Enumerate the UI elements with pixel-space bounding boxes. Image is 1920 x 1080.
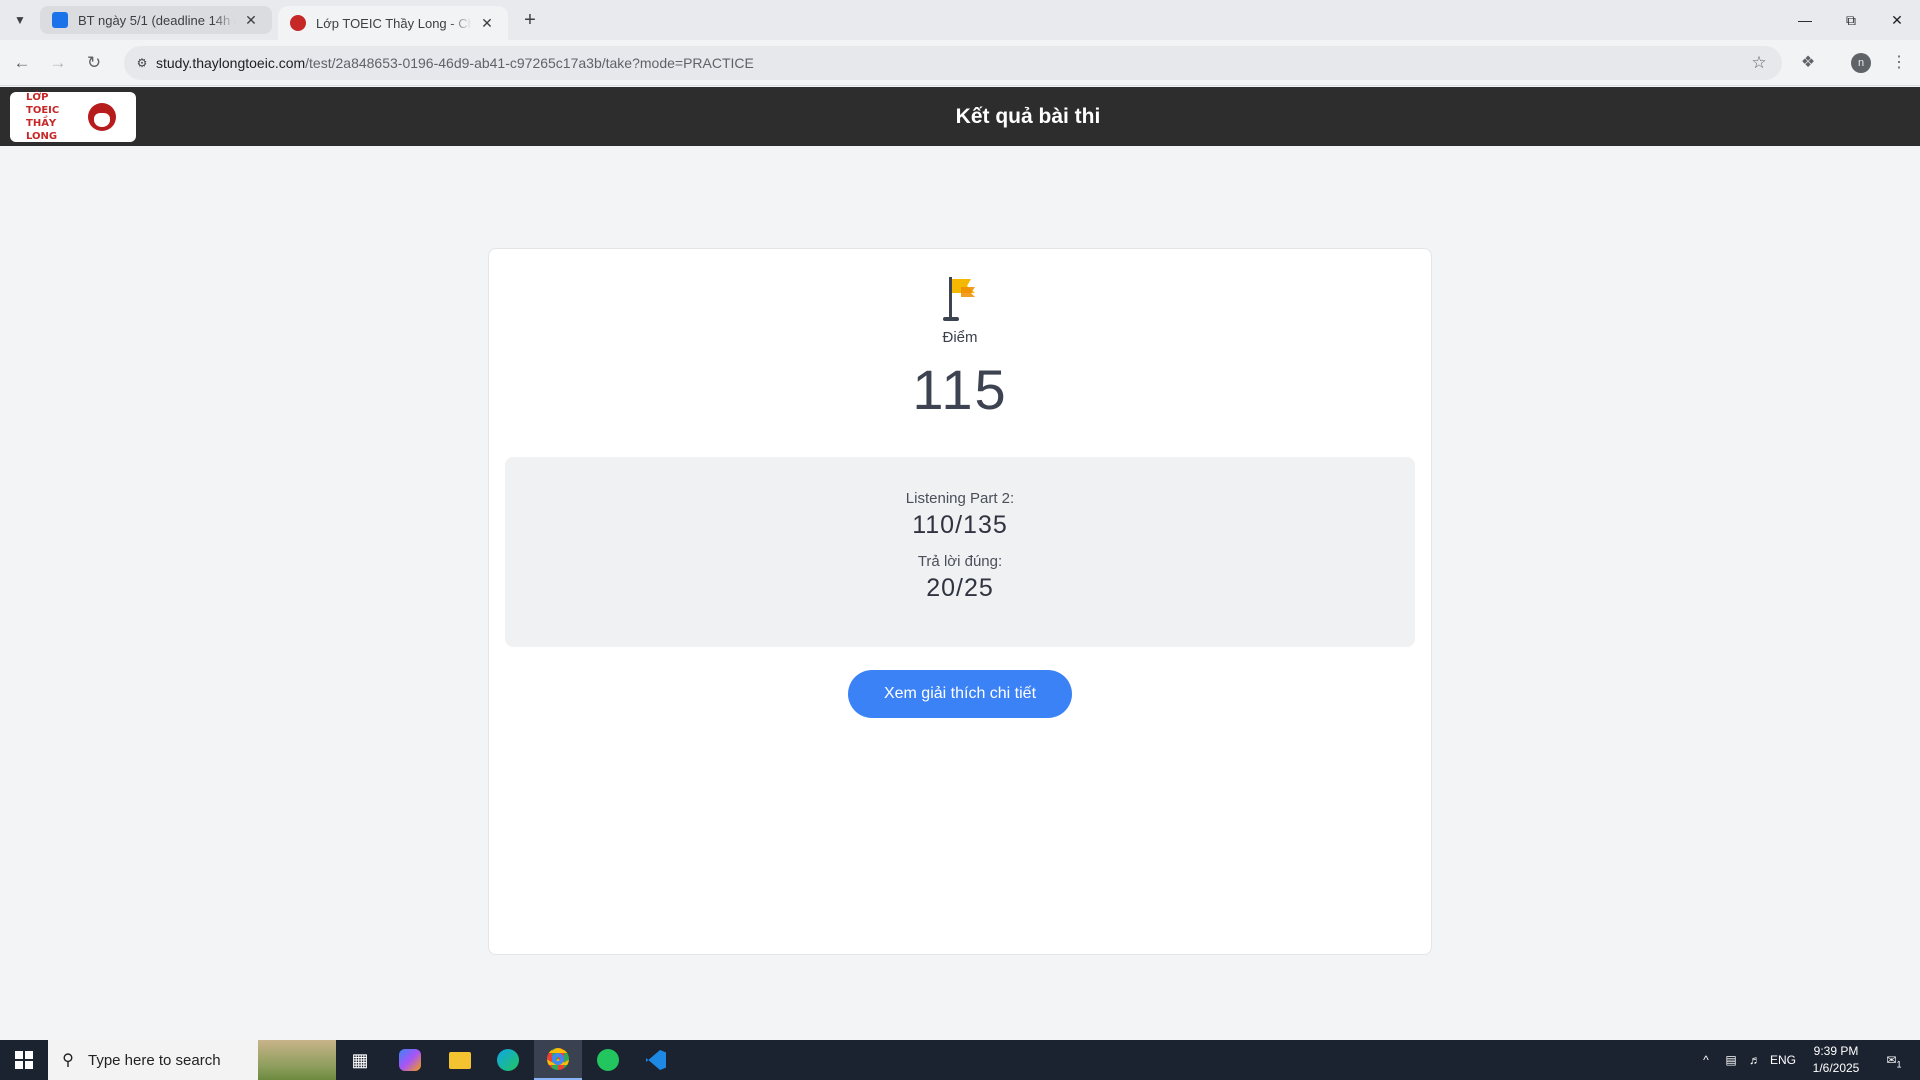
taskbar-search[interactable]: ⚲ Type here to search (48, 1040, 336, 1080)
start-button[interactable] (0, 1040, 48, 1080)
url-path: /test/2a848653-0196-46d9-ab41-c97265c17a… (305, 55, 754, 71)
app-green-icon[interactable] (584, 1040, 632, 1080)
thaylong-icon (290, 15, 306, 31)
network-icon[interactable]: ▤ (1720, 1040, 1742, 1080)
task-view-icon[interactable]: ▦ (336, 1040, 384, 1080)
tab-search-button[interactable]: ▼ (8, 8, 32, 32)
new-tab-button[interactable]: + (518, 8, 542, 32)
extensions-icon[interactable]: ❖ (1794, 49, 1822, 77)
search-placeholder: Type here to search (88, 1051, 221, 1069)
site-header: LỚP TOEIC THẦY LONG Kết quả bài thi (0, 87, 1920, 146)
section-label: Listening Part 2: (905, 490, 1015, 507)
volume-icon[interactable]: ♬ (1744, 1040, 1766, 1080)
browser-tab[interactable]: BT ngày 5/1 (deadline 14h chiều ✕ (40, 6, 272, 34)
search-highlight-image (258, 1040, 336, 1080)
classroom-icon (52, 12, 68, 28)
flag-icon (943, 277, 975, 321)
reload-button[interactable]: ↻ (80, 49, 108, 77)
result-card: Điểm 115 Listening Part 2: 110/135 Trả l… (488, 248, 1432, 955)
url-host: study.thaylongtoeic.com (156, 55, 306, 71)
url-text[interactable]: study.thaylongtoeic.com/test/2a848653-01… (156, 46, 754, 80)
page-title: Kết quả bài thi (955, 105, 1101, 128)
chrome-icon[interactable] (534, 1040, 582, 1080)
vscode-icon[interactable] (632, 1040, 680, 1080)
search-icon: ⚲ (62, 1052, 74, 1069)
score-label: Điểm (942, 329, 978, 346)
language-indicator[interactable]: ENG (1768, 1040, 1798, 1080)
browser-tab-active[interactable]: Lớp TOEIC Thầy Long - Chất Lượ ✕ (278, 6, 508, 40)
restore-button[interactable]: ⧉ (1828, 0, 1874, 40)
menu-dots-icon[interactable]: ⋮ (1885, 49, 1913, 77)
section-score: 110/135 (912, 511, 1008, 539)
window-close-button[interactable]: ✕ (1874, 0, 1920, 40)
browser-tabstrip: ▼ BT ngày 5/1 (deadline 14h chiều ✕ Lớp … (0, 0, 1920, 40)
notification-count: 1 (1896, 1059, 1902, 1070)
clock-time: 9:39 PM (1813, 1044, 1859, 1058)
close-icon[interactable]: ✕ (242, 11, 260, 29)
chevron-up-icon[interactable]: ^ (1696, 1040, 1716, 1080)
score-breakdown: Listening Part 2: 110/135 Trả lời đúng: … (505, 457, 1415, 647)
copilot-icon[interactable] (386, 1040, 434, 1080)
tab-title: Lớp TOEIC Thầy Long - Chất Lượ (316, 15, 472, 31)
score-value: 115 (912, 358, 1008, 421)
address-bar[interactable]: ⚙ study.thaylongtoeic.com/test/2a848653-… (124, 46, 1782, 80)
chevron-down-icon: ▼ (14, 13, 26, 27)
close-icon[interactable]: ✕ (478, 14, 496, 32)
forward-button[interactable]: → (44, 49, 72, 77)
file-explorer-icon[interactable] (436, 1040, 484, 1080)
minimize-button[interactable]: — (1782, 0, 1828, 40)
correct-answers-value: 20/25 (926, 574, 994, 602)
back-button[interactable]: ← (8, 49, 36, 77)
correct-answers-label: Trả lời đúng: (917, 553, 1003, 570)
view-explanation-button[interactable]: Xem giải thích chi tiết (848, 670, 1072, 718)
system-clock[interactable]: 9:39 PM 1/6/2025 (1800, 1043, 1872, 1077)
notification-icon[interactable]: ✉1 (1874, 1040, 1914, 1080)
bookmark-star-icon[interactable]: ☆ (1748, 52, 1770, 74)
windows-taskbar: ⚲ Type here to search ▦ ^ ▤ ♬ ENG 9:39 P… (0, 1040, 1920, 1080)
site-info-icon[interactable]: ⚙ (132, 53, 152, 73)
tab-title: BT ngày 5/1 (deadline 14h chiều (78, 12, 236, 28)
windows-logo-icon (15, 1051, 33, 1069)
profile-avatar[interactable]: n (1851, 53, 1871, 73)
browser-toolbar: ← → ↻ ⚙ study.thaylongtoeic.com/test/2a8… (0, 40, 1920, 86)
clock-date: 1/6/2025 (1812, 1061, 1860, 1075)
edge-icon[interactable] (484, 1040, 532, 1080)
